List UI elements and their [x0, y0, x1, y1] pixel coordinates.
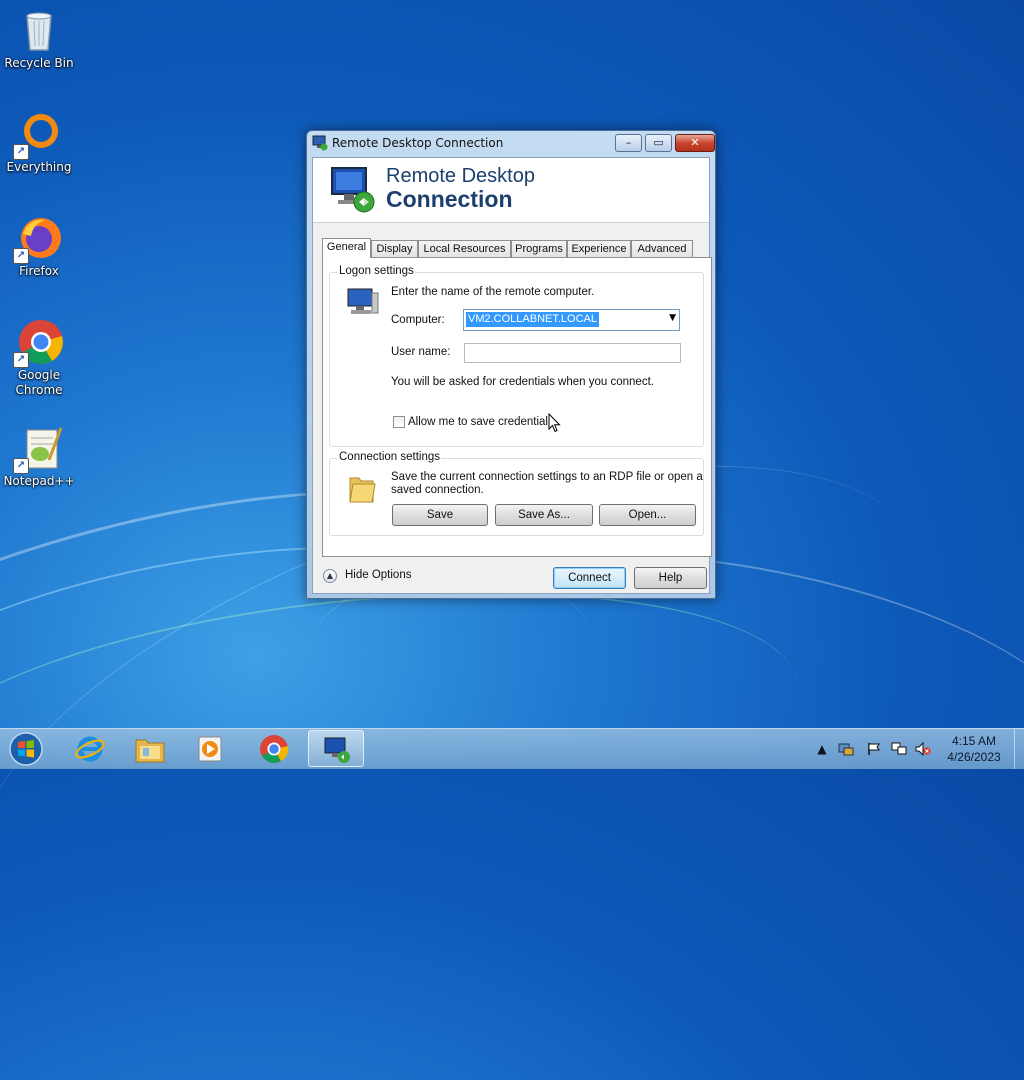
save-button[interactable]: Save [392, 504, 488, 526]
everything-icon: ↗ [13, 110, 63, 160]
banner-title-line2: Connection [386, 186, 513, 212]
help-button[interactable]: Help [634, 567, 707, 589]
logon-settings-group: Logon settings Enter the name of the rem… [329, 265, 704, 447]
shortcut-arrow-icon: ↗ [13, 352, 29, 368]
media-player-icon [194, 734, 226, 764]
connect-button[interactable]: Connect [553, 567, 626, 589]
chevron-up-icon: ▲ [323, 569, 337, 583]
computer-label: Computer: [391, 314, 445, 326]
desktop-icon-google-chrome[interactable]: ↗ Google Chrome [2, 318, 76, 398]
desktop-icon-label: Notepad++ [3, 474, 75, 488]
clock-time: 4:15 AM [951, 734, 997, 748]
taskbar-clock[interactable]: 4:15 AM 4/26/2023 [936, 733, 1012, 765]
recycle-bin-icon [15, 6, 63, 54]
open-button[interactable]: Open... [599, 504, 696, 526]
shortcut-arrow-icon: ↗ [13, 458, 29, 474]
username-label: User name: [391, 346, 451, 358]
computer-combobox[interactable]: VM2.COLLABNET.LOCAL ▼ [463, 309, 680, 331]
allow-save-credentials-label[interactable]: Allow me to save credentials [408, 416, 554, 428]
desktop-icon-firefox[interactable]: ↗ Firefox [2, 214, 76, 279]
computer-monitor-icon [346, 287, 380, 317]
close-button[interactable]: ✕ [675, 134, 715, 152]
internet-explorer-icon [74, 734, 106, 764]
tab-display[interactable]: Display [371, 240, 418, 257]
remote-desktop-icon [321, 735, 353, 765]
firefox-icon: ↗ [13, 214, 63, 264]
taskbar-media-player[interactable] [182, 730, 238, 767]
desktop-icon-everything[interactable]: ↗ Everything [2, 110, 76, 175]
tab-experience[interactable]: Experience [567, 240, 631, 257]
notepad-plus-plus-icon: ↗ [13, 424, 63, 474]
taskbar-google-chrome[interactable] [246, 730, 302, 767]
banner: Remote Desktop Connection [313, 158, 709, 223]
banner-title-line1: Remote Desktop [386, 165, 535, 187]
desktop-icon-label: Recycle Bin [4, 56, 74, 70]
folder-libraries-icon [134, 734, 166, 764]
logon-settings-label: Logon settings [338, 265, 415, 277]
tab-programs[interactable]: Programs [511, 240, 567, 257]
connection-description-line2: saved connection. [391, 484, 484, 496]
chrome-icon [258, 734, 290, 764]
save-as-button[interactable]: Save As... [495, 504, 593, 526]
connection-settings-group: Connection settings Save the current con… [329, 451, 704, 536]
start-button[interactable] [6, 730, 46, 768]
network-tray-icon[interactable] [838, 742, 854, 756]
credentials-note: You will be asked for credentials when y… [391, 376, 654, 388]
mouse-cursor-icon [548, 412, 562, 433]
connection-description-line1: Save the current connection settings to … [391, 471, 703, 483]
remote-desktop-monitor-icon [328, 164, 378, 214]
hide-options-label[interactable]: Hide Options [345, 569, 411, 581]
shortcut-arrow-icon: ↗ [13, 248, 29, 264]
desktop-icon-recycle-bin[interactable]: Recycle Bin [2, 6, 76, 71]
window-client-area: Remote Desktop Connection General Displa… [312, 157, 712, 594]
tab-advanced[interactable]: Advanced [631, 240, 693, 257]
desktop-icon-label: Google Chrome [15, 368, 63, 397]
maximize-button[interactable]: ▭ [645, 134, 672, 152]
taskbar-internet-explorer[interactable] [62, 730, 118, 767]
desktop-icon-label: Firefox [19, 264, 59, 278]
tab-general[interactable]: General [322, 238, 371, 258]
taskbar-remote-desktop[interactable] [308, 730, 364, 767]
remote-desktop-window[interactable]: Remote Desktop Connection – ▭ ✕ Remote D… [306, 130, 716, 599]
folder-icon [347, 472, 377, 504]
taskbar: ▲ 4:15 AM 4/26/2023 [0, 728, 1024, 769]
shortcut-arrow-icon: ↗ [13, 144, 29, 160]
window-title: Remote Desktop Connection [332, 136, 504, 150]
show-hidden-icons-button[interactable]: ▲ [814, 742, 830, 756]
computer-value: VM2.COLLABNET.LOCAL [466, 312, 599, 327]
dropdown-arrow-icon[interactable]: ▼ [669, 313, 676, 323]
volume-muted-icon[interactable] [915, 741, 931, 757]
network-connection-icon[interactable] [891, 742, 907, 756]
taskbar-windows-explorer[interactable] [122, 730, 178, 767]
window-titlebar[interactable]: Remote Desktop Connection – ▭ ✕ [307, 131, 715, 157]
desktop-icon-notepad-plus-plus[interactable]: ↗ Notepad++ [2, 424, 76, 489]
connection-settings-label: Connection settings [338, 451, 442, 463]
tab-local-resources[interactable]: Local Resources [418, 240, 511, 257]
remote-desktop-icon [312, 135, 328, 151]
action-center-flag-icon[interactable] [866, 742, 882, 756]
windows-logo-icon [9, 732, 43, 766]
username-input[interactable] [464, 343, 681, 363]
desktop-icon-label: Everything [6, 160, 72, 174]
minimize-button[interactable]: – [615, 134, 642, 152]
instruction-text: Enter the name of the remote computer. [391, 286, 595, 298]
show-desktop-button[interactable] [1014, 729, 1024, 769]
clock-date: 4/26/2023 [947, 750, 1001, 764]
allow-save-credentials-checkbox[interactable] [393, 416, 405, 428]
chrome-icon: ↗ [13, 318, 63, 368]
general-tab-panel: Logon settings Enter the name of the rem… [322, 257, 712, 557]
